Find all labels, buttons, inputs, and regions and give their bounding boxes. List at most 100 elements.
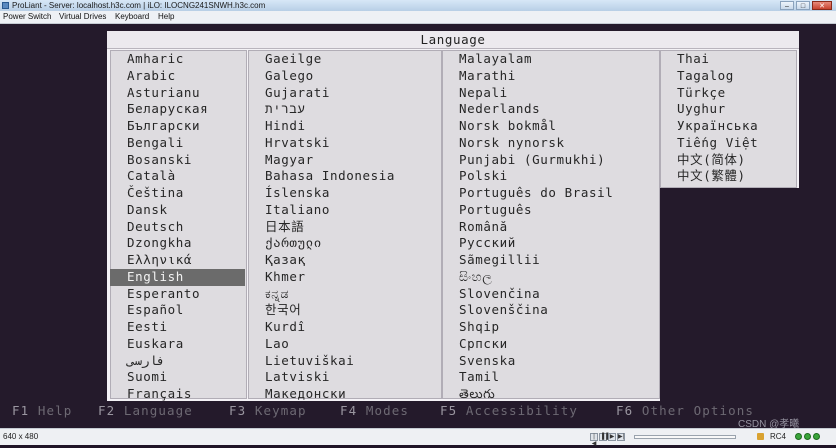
language-option[interactable]: සිංහල — [443, 269, 659, 286]
language-option[interactable]: Slovenčina — [443, 286, 659, 303]
language-option[interactable]: Tiếng Việt — [661, 135, 796, 152]
language-option[interactable]: తెలుగు — [443, 386, 659, 403]
language-option[interactable]: Asturianu — [111, 85, 246, 102]
language-option[interactable]: Punjabi (Gurmukhi) — [443, 152, 659, 169]
language-option[interactable]: 日本語 — [249, 219, 441, 236]
language-option[interactable]: Eesti — [111, 319, 246, 336]
language-option-selected[interactable]: English — [110, 268, 245, 286]
language-option[interactable]: Amharic — [111, 51, 246, 68]
seek-bar[interactable] — [634, 435, 736, 439]
language-option[interactable]: Español — [111, 302, 246, 319]
language-option[interactable]: Bengali — [111, 135, 246, 152]
menu-help[interactable]: Help — [158, 11, 174, 23]
language-option[interactable]: ಕನ್ನಡ — [249, 286, 441, 303]
language-option[interactable]: Dzongkha — [111, 235, 246, 252]
minimize-button[interactable]: – — [780, 1, 794, 10]
play-icon[interactable]: ▶ — [608, 433, 616, 441]
language-option[interactable]: Gaeilge — [249, 51, 441, 68]
language-option[interactable]: Thai — [661, 51, 796, 68]
language-option[interactable]: Беларуская — [111, 101, 246, 118]
language-option[interactable]: Ελληνικά — [111, 252, 246, 269]
language-option[interactable]: فارسی — [111, 353, 246, 370]
language-option[interactable]: Português — [443, 202, 659, 219]
language-option[interactable]: Sãmegillii — [443, 252, 659, 269]
language-option[interactable]: Русский — [443, 235, 659, 252]
language-option[interactable]: Svenska — [443, 353, 659, 370]
status-dot — [813, 433, 820, 440]
language-option[interactable]: Italiano — [249, 202, 441, 219]
language-option[interactable]: Suomi — [111, 369, 246, 386]
language-option[interactable]: Українська — [661, 118, 796, 135]
statusbar: 640 x 480 |◀ ▐▐ ▶ ▶| RC4 — [0, 428, 836, 447]
status-dot — [795, 433, 802, 440]
language-option[interactable]: עברית — [249, 101, 441, 118]
language-option[interactable]: Français — [111, 386, 246, 403]
language-option[interactable]: Uyghur — [661, 101, 796, 118]
language-option[interactable]: Català — [111, 168, 246, 185]
language-option[interactable]: Norsk nynorsk — [443, 135, 659, 152]
language-option[interactable]: Malayalam — [443, 51, 659, 68]
language-option[interactable]: Gujarati — [249, 85, 441, 102]
language-option[interactable]: Nepali — [443, 85, 659, 102]
fkey-other-options[interactable]: F6 Other Options — [616, 402, 754, 420]
language-option[interactable]: Íslenska — [249, 185, 441, 202]
maximize-button[interactable]: □ — [796, 1, 810, 10]
language-option[interactable]: Hrvatski — [249, 135, 441, 152]
close-button[interactable]: ✕ — [812, 1, 832, 10]
language-option[interactable]: Lietuviškai — [249, 353, 441, 370]
language-option[interactable]: Српски — [443, 336, 659, 353]
encryption-label: RC4 — [770, 432, 787, 441]
language-option[interactable]: Tagalog — [661, 68, 796, 85]
menu-keyboard[interactable]: Keyboard — [115, 11, 149, 23]
menu-power-switch[interactable]: Power Switch — [3, 11, 51, 23]
language-option[interactable]: ქართული — [249, 235, 441, 252]
language-option[interactable]: Magyar — [249, 152, 441, 169]
language-option[interactable]: Română — [443, 219, 659, 236]
language-option[interactable]: 中文(简体) — [661, 152, 796, 169]
language-option[interactable]: 中文(繁體) — [661, 168, 796, 185]
language-option[interactable]: Dansk — [111, 202, 246, 219]
function-key-bar: F1 Help F2 Language F3 Keymap F4 Modes F… — [0, 402, 836, 420]
language-option[interactable]: Arabic — [111, 68, 246, 85]
media-controls: |◀ ▐▐ ▶ ▶| — [590, 433, 625, 447]
window-title: ProLiant - Server: localhost.h3c.com | i… — [12, 1, 266, 10]
fkey-help[interactable]: F1 Help — [12, 402, 72, 420]
fkey-accessibility[interactable]: F5 Accessibility — [440, 402, 578, 420]
language-option[interactable]: 한국어 — [249, 302, 441, 319]
language-option[interactable]: Deutsch — [111, 219, 246, 236]
language-option[interactable]: Euskara — [111, 336, 246, 353]
language-option[interactable]: Latviski — [249, 369, 441, 386]
language-option[interactable]: Čeština — [111, 185, 246, 202]
skip-forward-icon[interactable]: ▶| — [617, 433, 625, 441]
language-option[interactable]: Hindi — [249, 118, 441, 135]
language-option[interactable]: Bosanski — [111, 152, 246, 169]
language-option[interactable]: Қазақ — [249, 252, 441, 269]
fkey-language[interactable]: F2 Language — [98, 402, 193, 420]
remote-console-screen[interactable]: Language Amharic Arabic Asturianu Беларуска… — [0, 24, 836, 428]
language-option[interactable]: Kurdî — [249, 319, 441, 336]
resolution-label: 640 x 480 — [3, 432, 39, 441]
language-option[interactable]: Polski — [443, 168, 659, 185]
menu-virtual-drives[interactable]: Virtual Drives — [59, 11, 106, 23]
language-column-3: Malayalam Marathi Nepali Nederlands Norsk bo… — [442, 50, 660, 401]
language-option[interactable]: Türkçe — [661, 85, 796, 102]
language-option[interactable]: Shqip — [443, 319, 659, 336]
empty-area — [660, 188, 799, 401]
skip-back-icon[interactable]: |◀ — [590, 433, 598, 447]
fkey-keymap[interactable]: F3 Keymap — [229, 402, 307, 420]
language-option[interactable]: Português do Brasil — [443, 185, 659, 202]
language-option[interactable]: Khmer — [249, 269, 441, 286]
language-option[interactable]: Македонски — [249, 386, 441, 403]
language-option[interactable]: Lao — [249, 336, 441, 353]
fkey-modes[interactable]: F4 Modes — [340, 402, 409, 420]
language-option[interactable]: Marathi — [443, 68, 659, 85]
language-option[interactable]: Norsk bokmål — [443, 118, 659, 135]
language-option[interactable]: Tamil — [443, 369, 659, 386]
language-option[interactable]: Nederlands — [443, 101, 659, 118]
language-option[interactable]: Esperanto — [111, 286, 246, 303]
pause-icon[interactable]: ▐▐ — [599, 433, 609, 441]
language-option[interactable]: Bahasa Indonesia — [249, 168, 441, 185]
language-option[interactable]: Slovenščina — [443, 302, 659, 319]
language-option[interactable]: Galego — [249, 68, 441, 85]
language-option[interactable]: Български — [111, 118, 246, 135]
